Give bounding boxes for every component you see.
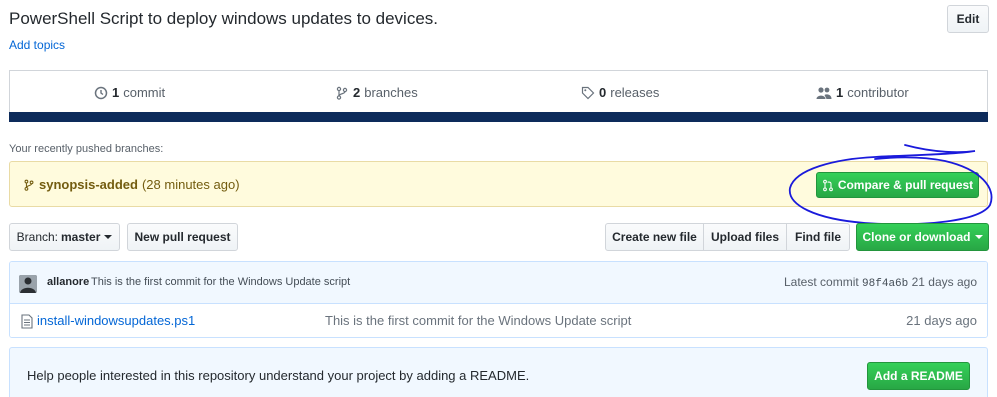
file-age: 21 days ago — [906, 313, 977, 328]
branch-icon — [336, 86, 348, 100]
commit-author[interactable]: allanore — [47, 276, 89, 288]
repo-summary: 1 commit 2 branches 0 releases 1 contrib… — [9, 70, 988, 122]
summary-contributors[interactable]: 1 contributor — [816, 85, 909, 100]
branch-select-button[interactable]: Branch: master — [9, 223, 120, 251]
pull-request-icon — [822, 179, 833, 191]
branch-icon — [24, 179, 34, 191]
file-row: install-windowsupdates.ps1 This is the f… — [10, 304, 987, 337]
tag-icon — [581, 86, 595, 99]
add-readme-button[interactable]: Add a README — [867, 362, 970, 390]
latest-commit-row: allanore This is the first commit for th… — [10, 262, 987, 304]
latest-commit-prefix: Latest commit — [784, 275, 859, 289]
recently-pushed-label: Your recently pushed branches: — [9, 143, 164, 155]
edit-description-button[interactable]: Edit — [947, 5, 989, 33]
chevron-down-icon — [104, 235, 113, 239]
upload-files-button[interactable]: Upload files — [703, 223, 787, 251]
recently-pushed-banner: synopsis-added (28 minutes ago) Compare … — [9, 161, 988, 207]
summary-releases[interactable]: 0 releases — [581, 85, 659, 100]
add-topics-link[interactable]: Add topics — [9, 38, 65, 52]
clone-or-download-button[interactable]: Clone or download — [856, 223, 989, 251]
repo-description: PowerShell Script to deploy windows upda… — [9, 9, 439, 28]
clone-or-download-label: Clone or download — [862, 230, 971, 244]
new-pull-request-button[interactable]: New pull request — [127, 223, 238, 251]
contributors-count: 1 — [836, 85, 844, 100]
commit-message[interactable]: This is the first commit for the Windows… — [91, 276, 350, 288]
pushed-branch-time: (28 minutes ago) — [141, 177, 240, 192]
contributors-label: contributor — [847, 85, 909, 100]
latest-commit-age: 21 days ago — [911, 275, 977, 289]
releases-count: 0 — [599, 85, 607, 100]
branch-select-value: master — [61, 230, 101, 244]
summary-commits[interactable]: 1 commit — [94, 85, 165, 100]
branches-count: 2 — [353, 85, 361, 100]
commits-count: 1 — [112, 85, 120, 100]
pushed-branch-name[interactable]: synopsis-added — [39, 177, 138, 192]
releases-label: releases — [610, 85, 660, 100]
compare-pull-request-button[interactable]: Compare & pull request — [816, 172, 979, 198]
summary-language-bar — [9, 112, 988, 122]
find-file-button[interactable]: Find file — [786, 223, 850, 251]
pushed-branch-info: synopsis-added (28 minutes ago) — [23, 177, 240, 192]
branch-select-prefix: Branch: — [16, 230, 58, 244]
create-new-file-button[interactable]: Create new file — [605, 223, 704, 251]
compare-pull-request-label: Compare & pull request — [837, 178, 974, 192]
commit-sha[interactable]: 98f4a6b — [862, 278, 908, 290]
latest-commit-info: Latest commit 98f4a6b 21 days ago — [784, 275, 977, 290]
file-listing: allanore This is the first commit for th… — [9, 261, 988, 338]
avatar-image — [19, 275, 37, 293]
repo-description-row: PowerShell Script to deploy windows upda… — [9, 5, 989, 34]
people-icon — [816, 86, 832, 99]
chevron-down-icon — [974, 235, 983, 239]
readme-prompt-text: Help people interested in this repositor… — [27, 368, 530, 383]
branches-label: branches — [364, 85, 418, 100]
file-icon — [21, 314, 33, 329]
summary-branches[interactable]: 2 branches — [335, 85, 418, 100]
readme-prompt: Help people interested in this repositor… — [9, 347, 988, 397]
commits-label: commit — [123, 85, 166, 100]
file-commit-message[interactable]: This is the first commit for the Windows… — [325, 313, 631, 328]
file-name-link[interactable]: install-windowsupdates.ps1 — [37, 313, 195, 328]
history-icon — [94, 86, 108, 99]
avatar[interactable] — [19, 275, 37, 293]
